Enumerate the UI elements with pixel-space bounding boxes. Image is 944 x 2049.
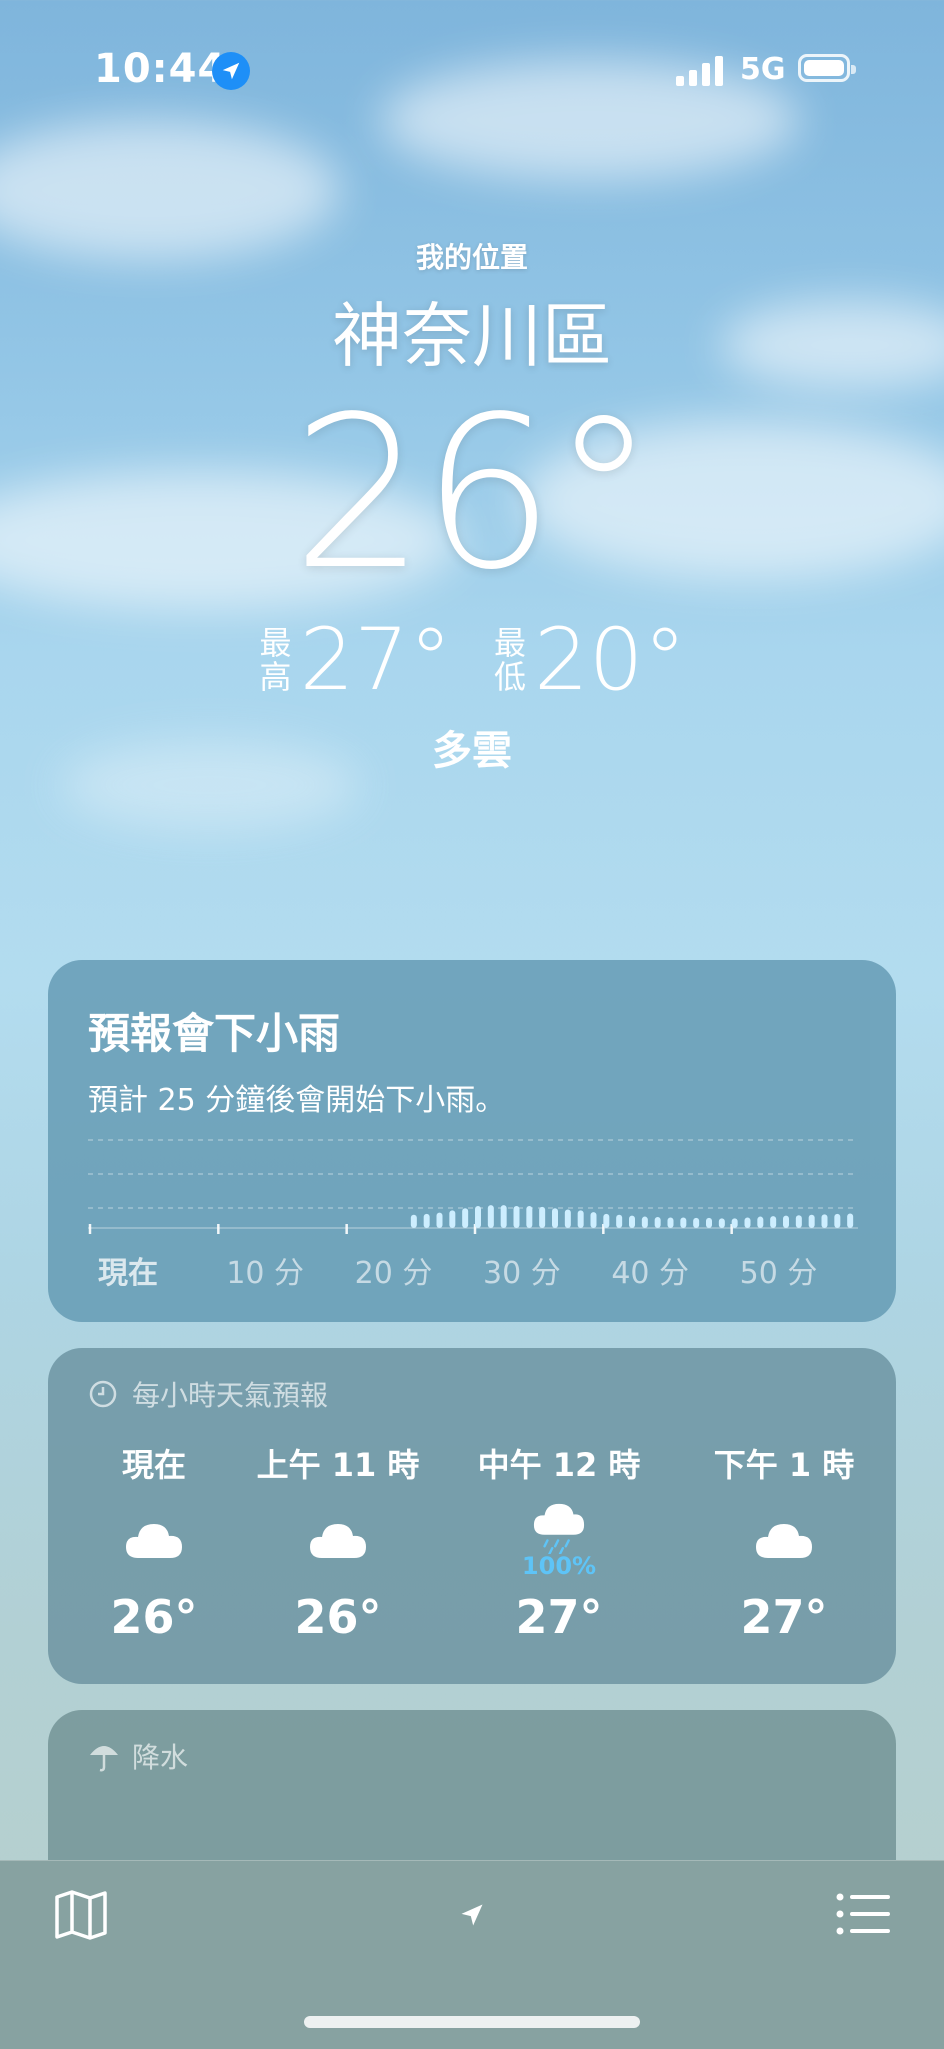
battery-icon [798,54,856,82]
cloud-icon [64,1500,244,1580]
precip-bar [757,1216,764,1228]
location-arrow-icon [212,52,250,90]
hourly-item: 現在 26° [64,1440,244,1644]
precip-bar [808,1214,815,1228]
precip-bar [564,1209,571,1228]
precip-chart-ticks: 現在 10 分 20 分 30 分 40 分 50 分 [88,1240,858,1291]
precip-tick-label: 現在 [98,1256,158,1291]
precip-tick-label: 10 分 [226,1256,305,1291]
precip-bar [500,1205,507,1228]
network-type: 5G [740,52,786,87]
precip-tick-label: 20 分 [354,1256,433,1291]
precip-bar [603,1213,610,1228]
hourly-time: 下 [856,1440,896,1486]
precip-bar [654,1217,661,1228]
precip-bar [834,1213,841,1228]
location-subtitle: 我的位置 [415,241,528,274]
precip-tick-label: 40 分 [611,1256,690,1291]
high-low: 最高 27° 最低 20° [0,610,944,710]
status-time: 10:44 [94,46,227,92]
precip-bar [577,1210,584,1228]
precip-bar [552,1208,558,1228]
precip-chart: 現在 10 分 20 分 30 分 40 分 50 分 [88,1128,858,1291]
precip-bar [449,1210,456,1228]
cellular-signal-icon [676,56,723,86]
precip-bar [731,1218,738,1228]
precip-bar [487,1205,494,1228]
hourly-temperature: 26° [110,1590,198,1644]
precip-forecast-description: 預計 25 分鐘後會開始下小雨。 [88,1083,506,1118]
low-temperature: 20° [534,610,687,710]
hourly-time: 上午 11 時 [256,1446,420,1484]
hourly-time: 現在 [121,1446,186,1484]
clock-icon [89,1380,117,1408]
precip-bar [783,1215,789,1228]
precip-tick-label: 50 分 [739,1256,818,1291]
map-icon[interactable] [54,1889,108,1941]
hourly-time: 下午 1 時 [713,1446,855,1484]
hourly-time: 中午 12 時 [477,1446,641,1484]
rain-probability: 100% [521,1552,597,1580]
cloud-icon [248,1500,428,1580]
hourly-temperature: 26° [294,1590,382,1644]
precip-bar [795,1215,802,1228]
precip-bar [680,1217,687,1228]
precipitation-header: 降水 [88,1736,188,1776]
hourly-forecast-card[interactable]: 每小時天氣預報 現在 26° 上午 11 時 26° 中午 12 時 100% 27° 下午 … [48,1348,896,1684]
precip-bar [513,1206,520,1228]
cloud-icon [694,1500,874,1580]
precip-bar [436,1212,443,1228]
precip-tick-label: 30 分 [483,1256,561,1291]
high-label: 最高 [259,624,292,696]
hourly-item: 上午 11 時 26° [248,1440,428,1644]
precip-bar [629,1215,635,1228]
precip-bar [410,1214,417,1228]
hourly-temperature: 27° [515,1590,603,1644]
precip-bar [770,1216,777,1228]
hourly-item: 中午 12 時 100% 27° [469,1440,649,1644]
precip-bar [590,1212,597,1228]
high-temperature: 27° [299,610,452,710]
location-name: 神奈川區 [332,295,612,377]
location-arrow-icon[interactable] [458,1901,486,1929]
precip-bar [693,1217,700,1228]
condition-text: 多雲 [432,728,512,774]
list-icon[interactable] [836,1893,890,1935]
cloud-rain-icon: 100% [469,1500,649,1580]
precipitation-header-label: 降水 [132,1741,189,1774]
precip-bar [641,1216,648,1228]
precip-bar [667,1217,674,1228]
precip-forecast-card[interactable]: 預報會下小雨 預計 25 分鐘後會開始下小雨。 現在 10 分 20 分 30 分 40… [48,960,896,1322]
precip-bar [847,1213,854,1228]
precip-bar [526,1206,533,1228]
precip-forecast-title: 預報會下小雨 [88,1009,341,1058]
hourly-temperature: 27° [740,1590,828,1644]
precip-bar [423,1213,430,1228]
precip-bar [718,1218,725,1228]
precip-chart-svg [88,1139,858,1234]
precip-bar [706,1217,712,1228]
precip-bar [462,1208,469,1228]
precip-bar [616,1214,623,1228]
hourly-item: 下 [856,1440,896,1486]
precip-bar [821,1214,828,1228]
precip-bar [475,1206,481,1228]
low-label: 最低 [493,624,526,696]
precip-bar [744,1217,751,1228]
hourly-header: 每小時天氣預報 [88,1374,328,1414]
precip-bar [539,1206,546,1228]
umbrella-icon [90,1746,118,1772]
hourly-header-label: 每小時天氣預報 [132,1379,329,1412]
hourly-item: 下午 1 時 27° [694,1440,874,1644]
current-weather: 我的位置 神奈川區 26° [0,236,944,616]
current-temperature: 26° [291,371,656,616]
home-indicator [304,2016,640,2028]
status-bar: 10:44 5G [0,0,944,140]
